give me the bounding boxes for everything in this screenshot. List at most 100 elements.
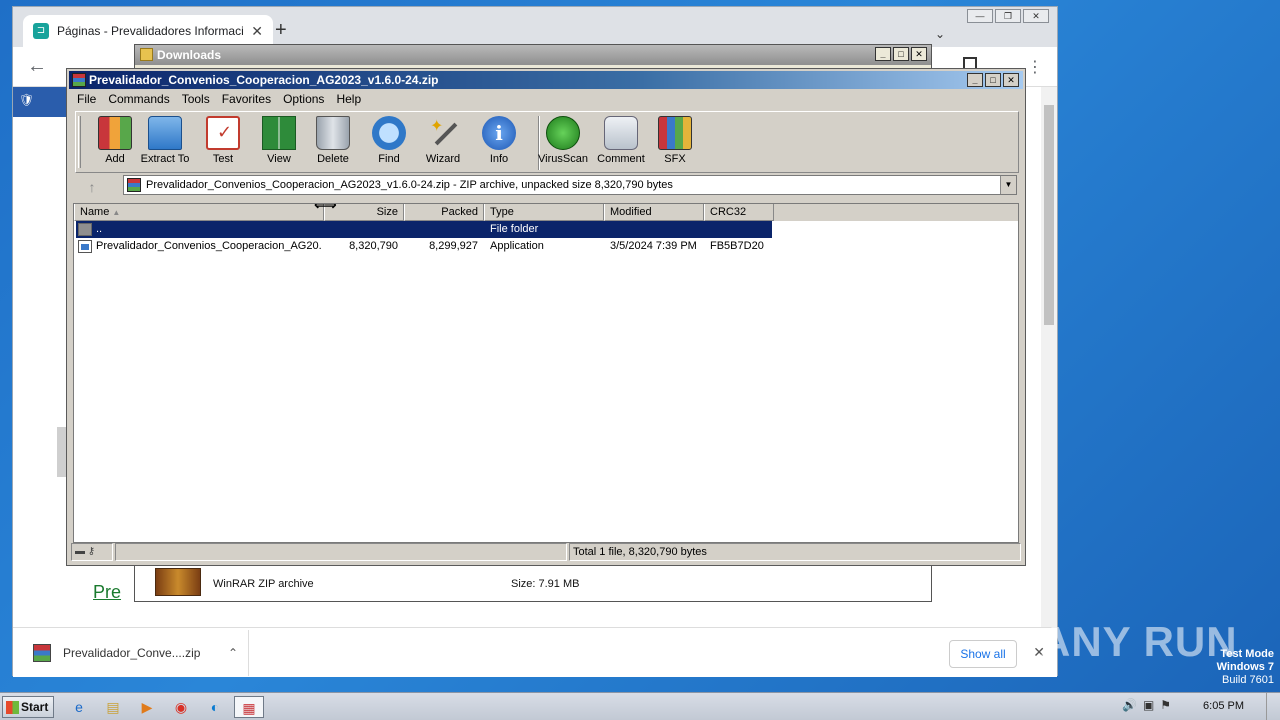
- extract-to-button[interactable]: Extract To: [136, 116, 194, 170]
- info-label: Info: [489, 153, 509, 165]
- archive-path-text: Prevalidador_Convenios_Cooperacion_AG202…: [146, 179, 673, 191]
- file-list: Name ▲ Size Packed Type Modified CRC32 ⟺…: [73, 203, 1019, 543]
- maximize-button[interactable]: □: [893, 47, 909, 61]
- column-name-label: Name: [80, 206, 110, 218]
- download-item[interactable]: Prevalidador_Conve....zip ⌃: [19, 630, 249, 676]
- winrar-toolbar: Add Extract To Test View Delete Find Wiz…: [75, 111, 1019, 173]
- build-label: Build 7601: [1222, 674, 1274, 686]
- show-all-button[interactable]: Show all: [949, 640, 1017, 668]
- show-desktop-button[interactable]: [1266, 693, 1280, 720]
- minimize-button[interactable]: _: [967, 73, 983, 87]
- scrollbar-thumb[interactable]: [1044, 105, 1054, 325]
- address-bar: ↑ Prevalidador_Convenios_Cooperacion_AG2…: [75, 175, 1019, 199]
- sfx-icon: [658, 116, 692, 150]
- download-bar: Prevalidador_Conve....zip ⌃ Show all ✕: [13, 627, 1057, 677]
- test-checklist-icon: [206, 116, 240, 150]
- downloads-title: Downloads: [157, 48, 222, 62]
- menu-options[interactable]: Options: [277, 91, 330, 109]
- minimize-button[interactable]: —: [967, 9, 993, 23]
- parent-folder-icon: [78, 223, 92, 236]
- menu-favorites[interactable]: Favorites: [216, 91, 277, 109]
- new-tab-icon[interactable]: +: [275, 19, 287, 42]
- test-mode-watermark: Test Mode Windows 7 Build 7601: [1217, 648, 1274, 687]
- winrar-titlebar[interactable]: Prevalidador_Convenios_Cooperacion_AG202…: [69, 71, 1023, 89]
- column-type[interactable]: Type: [484, 204, 604, 221]
- extract-folder-icon: [148, 116, 182, 150]
- winrar-file-icon: [33, 644, 51, 662]
- downloads-titlebar[interactable]: Downloads _ □ ✕: [135, 45, 931, 65]
- find-button[interactable]: Find: [360, 116, 418, 170]
- row-crc32: FB5B7D20: [710, 240, 764, 252]
- row-type: File folder: [490, 223, 539, 235]
- winrar-title: Prevalidador_Convenios_Cooperacion_AG202…: [89, 73, 439, 87]
- table-row[interactable]: .. File folder: [74, 221, 1018, 238]
- close-button[interactable]: ✕: [1003, 73, 1019, 87]
- media-player-icon[interactable]: ▶: [132, 696, 162, 718]
- info-button[interactable]: i Info: [470, 116, 528, 170]
- delete-button[interactable]: Delete: [304, 116, 362, 170]
- test-label: Test: [212, 153, 234, 165]
- menu-file[interactable]: File: [71, 91, 102, 109]
- chrome-window-controls: — ❐ ✕: [967, 9, 1049, 23]
- close-button[interactable]: ✕: [1023, 9, 1049, 23]
- menu-tools[interactable]: Tools: [176, 91, 216, 109]
- restore-button[interactable]: ❐: [995, 9, 1021, 23]
- wizard-button[interactable]: Wizard: [414, 116, 472, 170]
- test-button[interactable]: Test: [194, 116, 252, 170]
- extract-to-label: Extract To: [140, 153, 190, 165]
- chevron-up-icon[interactable]: ⌃: [228, 646, 238, 660]
- column-modified[interactable]: Modified: [604, 204, 704, 221]
- status-total: Total 1 file, 8,320,790 bytes: [569, 543, 1021, 561]
- clock[interactable]: 6:05 PM: [1203, 700, 1244, 712]
- up-folder-button[interactable]: ↑: [79, 178, 105, 196]
- column-packed[interactable]: Packed: [404, 204, 484, 221]
- menu-bar: File Commands Tools Favorites Options He…: [71, 91, 367, 109]
- sfx-label: SFX: [664, 153, 686, 165]
- status-drive-key-icon[interactable]: ▬ ⚷: [71, 543, 113, 561]
- row-name: Prevalidador_Convenios_Cooperacion_AG20.…: [96, 240, 322, 252]
- view-button[interactable]: View: [250, 116, 308, 170]
- downloads-details-pane: WinRAR ZIP archive Size: 7.91 MB: [135, 563, 931, 601]
- delete-label: Delete: [317, 153, 349, 165]
- winrar-taskbar-icon[interactable]: ▦: [234, 696, 264, 718]
- add-archive-icon: [98, 116, 132, 150]
- sfx-button[interactable]: SFX: [646, 116, 704, 170]
- archive-path-field[interactable]: Prevalidador_Convenios_Cooperacion_AG202…: [123, 175, 1017, 195]
- anyrun-watermark: ANY RUN: [1040, 618, 1238, 665]
- page-scrollbar[interactable]: [1041, 87, 1057, 667]
- file-rows: .. File folder Prevalidador_Convenios_Co…: [74, 221, 1018, 255]
- minimize-button[interactable]: _: [875, 47, 891, 61]
- internet-explorer-icon[interactable]: e: [64, 696, 94, 718]
- row-modified: 3/5/2024 7:39 PM: [610, 240, 697, 252]
- chrome-menu-icon[interactable]: ⋮: [1027, 57, 1043, 77]
- edge-icon[interactable]: ◐: [200, 696, 230, 718]
- file-explorer-icon[interactable]: ▤: [98, 696, 128, 718]
- chrome-icon[interactable]: ◉: [166, 696, 196, 718]
- virusscan-button[interactable]: VirusScan: [534, 116, 592, 170]
- info-icon: i: [482, 116, 516, 150]
- start-button[interactable]: Start: [2, 696, 54, 718]
- comment-button[interactable]: Comment: [592, 116, 650, 170]
- table-row[interactable]: Prevalidador_Convenios_Cooperacion_AG20.…: [74, 238, 1018, 255]
- windows-logo-icon: [6, 701, 19, 714]
- browser-tab[interactable]: ⊐ Páginas - Prevalidadores Informacion ✕: [23, 15, 273, 47]
- back-arrow-icon[interactable]: ←: [27, 55, 47, 78]
- status-bar: ▬ ⚷ Total 1 file, 8,320,790 bytes: [71, 543, 1021, 561]
- toolbar-grip[interactable]: [78, 116, 81, 168]
- tab-search-chevron-icon[interactable]: ⌄: [935, 27, 945, 41]
- status-selection: [115, 543, 567, 561]
- maximize-button[interactable]: □: [985, 73, 1001, 87]
- page-link[interactable]: Pre: [93, 582, 121, 603]
- dropdown-arrow-icon[interactable]: ▼: [1000, 176, 1016, 194]
- close-button[interactable]: ✕: [911, 47, 927, 61]
- menu-help[interactable]: Help: [330, 91, 367, 109]
- download-filename: Prevalidador_Conve....zip: [63, 646, 201, 660]
- magic-wand-icon: [426, 116, 460, 150]
- menu-commands[interactable]: Commands: [102, 91, 175, 109]
- tray-icons[interactable]: 🔊▣⚑: [1122, 698, 1177, 712]
- application-file-icon: [78, 240, 92, 253]
- column-name[interactable]: Name ▲: [74, 204, 324, 221]
- winrar-archive-icon: [155, 568, 201, 596]
- tab-close-icon[interactable]: ✕: [251, 23, 263, 40]
- column-crc32[interactable]: CRC32: [704, 204, 774, 221]
